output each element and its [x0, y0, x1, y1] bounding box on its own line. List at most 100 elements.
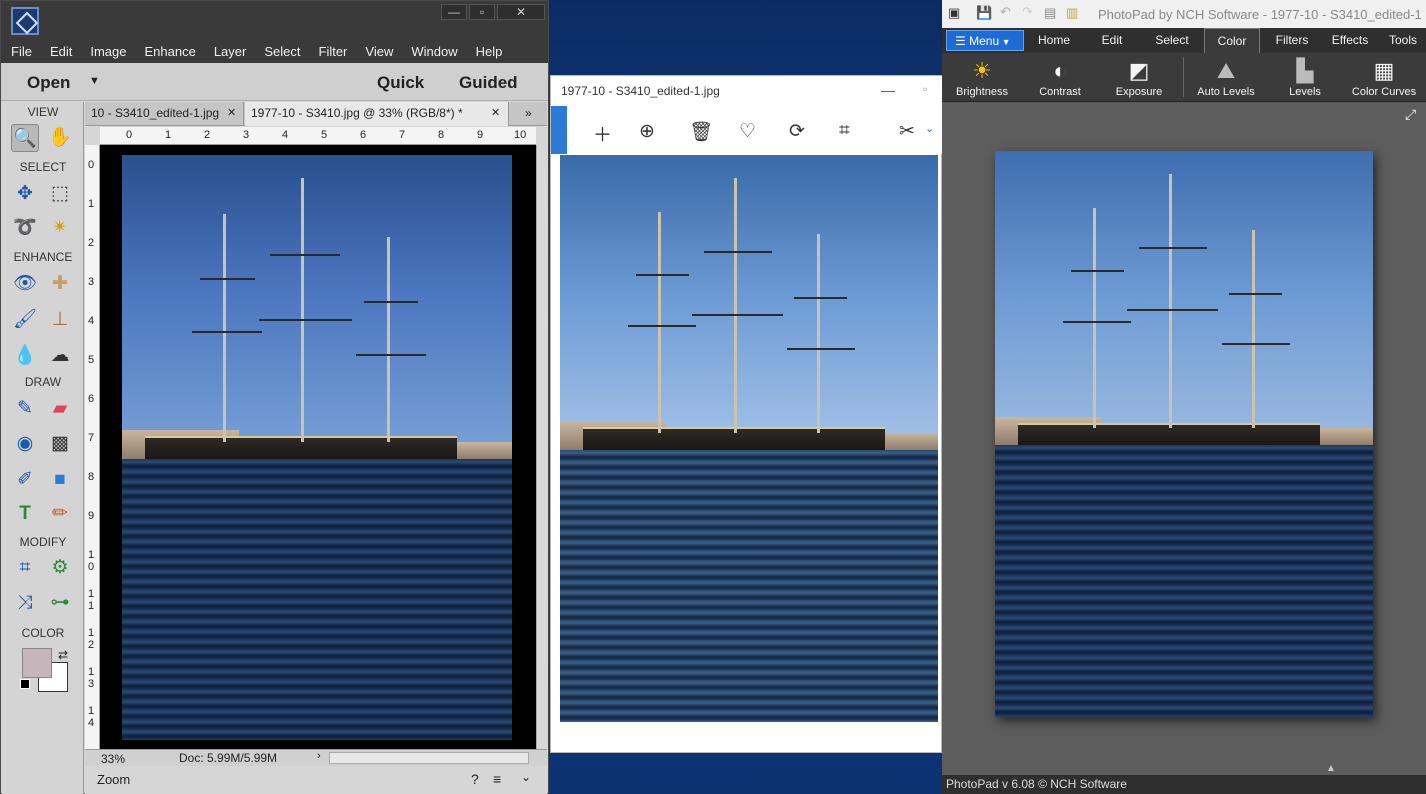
levels-button[interactable]: ▙ Levels [1265, 56, 1345, 98]
open-button[interactable]: Open [27, 73, 70, 93]
brightness-button[interactable]: ☀ Brightness [942, 56, 1022, 98]
exposure-button[interactable]: ◩ Exposure [1099, 56, 1179, 98]
brush-tool-icon[interactable]: ✎ [11, 395, 39, 423]
tab-select[interactable]: Select [1144, 28, 1200, 53]
zoom-level[interactable]: 33% [101, 752, 125, 766]
recompose-tool-icon[interactable]: ⚙ [46, 554, 74, 582]
help-icon[interactable]: ? [471, 771, 479, 787]
tab-edit[interactable]: Edit [1084, 28, 1140, 53]
status-menu-icon[interactable]: › [317, 750, 321, 762]
blur-tool-icon[interactable]: 💧 [11, 342, 39, 370]
menu-edit[interactable]: Edit [40, 44, 80, 59]
title-bar[interactable]: — ▫ ✕ [1, 1, 548, 39]
redo-icon[interactable]: ↷ [1022, 4, 1033, 20]
close-tab-icon[interactable]: ✕ [491, 102, 500, 125]
chevron-down-icon[interactable]: ⌄ [925, 122, 934, 135]
expand-panel-icon[interactable]: ▲ [1326, 763, 1336, 774]
content-aware-move-icon[interactable]: ⤨ [11, 589, 39, 617]
rotate-icon[interactable]: ⟳ [789, 120, 805, 143]
more-tabs-icon[interactable]: » [525, 106, 532, 120]
tab-current-jpg[interactable]: 1977-10 - S3410.jpg @ 33% (RGB/8*) * ✕ [245, 102, 509, 126]
foreground-color-swatch[interactable] [22, 648, 52, 678]
menu-view[interactable]: View [355, 44, 401, 59]
paint-bucket-icon[interactable]: ◉ [11, 430, 39, 458]
tab-filters[interactable]: Filters [1264, 28, 1320, 53]
sponge-tool-icon[interactable]: ☁ [46, 342, 74, 370]
menu-help[interactable]: Help [466, 44, 511, 59]
crop-icon[interactable]: ⌗ [839, 120, 850, 142]
clone-stamp-icon[interactable]: ⊥ [46, 306, 74, 334]
photopad-title-bar[interactable]: ▣ 💾 ↶ ↷ ▤ ▥ PhotoPad by NCH Software - 1… [942, 0, 1426, 28]
hand-tool-icon[interactable]: ✋ [46, 124, 74, 152]
ruler-label: 6 [360, 129, 367, 141]
close-tab-icon[interactable]: ✕ [227, 102, 236, 125]
swap-colors-icon[interactable]: ⇄ [58, 648, 68, 662]
red-eye-tool-icon[interactable]: 👁 [11, 270, 39, 298]
menu-file[interactable]: File [1, 44, 40, 59]
close-button[interactable]: ✕ [497, 4, 545, 20]
collapse-icon[interactable]: ⌄ [521, 770, 531, 784]
menu-window[interactable]: Window [401, 44, 465, 59]
shape-tool-icon[interactable]: ■ [46, 466, 74, 494]
delete-icon[interactable]: 🗑 [689, 120, 713, 144]
maximize-button[interactable]: ▫ [469, 4, 495, 20]
viewer-title-bar[interactable]: 1977-10 - S3410_edited-1.jpg — ▫ [551, 76, 943, 106]
ruler-label: 2 [88, 237, 95, 249]
minimize-icon[interactable]: — [881, 82, 895, 98]
section-modify: MODIFY [19, 535, 67, 549]
smart-brush-icon[interactable]: 🖌 [11, 306, 39, 334]
pencil-tool-icon[interactable]: ✏ [46, 500, 74, 528]
save-icon[interactable]: 💾 [976, 5, 992, 21]
add-icon[interactable]: ＋ [593, 120, 612, 147]
eraser-tool-icon[interactable]: ▰ [46, 395, 74, 423]
viewer-title: 1977-10 - S3410_edited-1.jpg [561, 84, 720, 98]
open-dropdown-icon[interactable]: ▼ [89, 75, 100, 87]
menu-enhance[interactable]: Enhance [135, 44, 204, 59]
fullscreen-icon[interactable]: ⤢ [1405, 106, 1416, 123]
document-canvas[interactable] [100, 145, 536, 749]
photopad-photo[interactable] [995, 151, 1373, 717]
zoom-tool-icon[interactable]: 🔍 [11, 124, 39, 152]
eyedropper-icon[interactable]: ✐ [11, 466, 39, 494]
gradient-tool-icon[interactable]: ▩ [46, 430, 74, 458]
options-menu-icon[interactable]: ≡ [493, 771, 501, 787]
menu-filter[interactable]: Filter [309, 44, 356, 59]
straighten-tool-icon[interactable]: ⊶ [46, 589, 74, 617]
viewer-toolbar: ＋ ⊕ 🗑 ♡ ⟳ ⌗ ✂ ⌄ [551, 106, 943, 154]
contrast-button[interactable]: ◐ Contrast [1020, 56, 1100, 98]
type-tool-icon[interactable]: T [11, 500, 39, 528]
healing-brush-icon[interactable]: ✚ [46, 270, 74, 298]
vertical-scrollbar[interactable] [536, 145, 547, 749]
color-curves-button[interactable]: ▦ Color Curves [1344, 56, 1424, 98]
magic-wand-icon[interactable]: ✴ [46, 214, 74, 242]
marquee-tool-icon[interactable]: ⬚ [46, 180, 74, 208]
auto-levels-button[interactable]: ⛰ Auto Levels [1186, 56, 1266, 98]
move-tool-icon[interactable]: ✥ [11, 180, 39, 208]
copy-icon[interactable]: ▤ [1044, 5, 1056, 21]
tab-home[interactable]: Home [1028, 28, 1080, 53]
horizontal-scrollbar[interactable] [329, 752, 529, 764]
guided-mode-tab[interactable]: Guided [459, 73, 518, 93]
photopad-status-bar: PhotoPad v 6.08 © NCH Software [942, 775, 1426, 794]
maximize-icon[interactable]: ▫ [923, 82, 927, 96]
menu-layer[interactable]: Layer [204, 44, 255, 59]
zoom-in-icon[interactable]: ⊕ [639, 120, 655, 143]
menu-select[interactable]: Select [254, 44, 308, 59]
crop-tool-icon[interactable]: ⌗ [11, 554, 39, 582]
tab-color[interactable]: Color [1204, 28, 1260, 53]
tab-tools[interactable]: Tools [1380, 28, 1426, 53]
ruler-label: 3 [88, 276, 95, 288]
favorite-icon[interactable]: ♡ [739, 120, 756, 143]
menu-image[interactable]: Image [80, 44, 134, 59]
ruler-label: 5 [321, 129, 328, 141]
undo-icon[interactable]: ↶ [1000, 4, 1011, 20]
minimize-button[interactable]: — [441, 4, 467, 20]
tab-edited-jpg[interactable]: 10 - S3410_edited-1.jpg ✕ [85, 102, 244, 126]
edit-icon[interactable]: ✂ [899, 120, 915, 143]
menu-button[interactable]: ☰ Menu ▼ [946, 30, 1024, 51]
default-colors-icon[interactable] [20, 679, 30, 689]
lasso-tool-icon[interactable]: ➰ [11, 214, 39, 242]
paste-icon[interactable]: ▥ [1066, 5, 1078, 21]
tab-effects[interactable]: Effects [1322, 28, 1378, 53]
quick-mode-tab[interactable]: Quick [377, 73, 424, 93]
